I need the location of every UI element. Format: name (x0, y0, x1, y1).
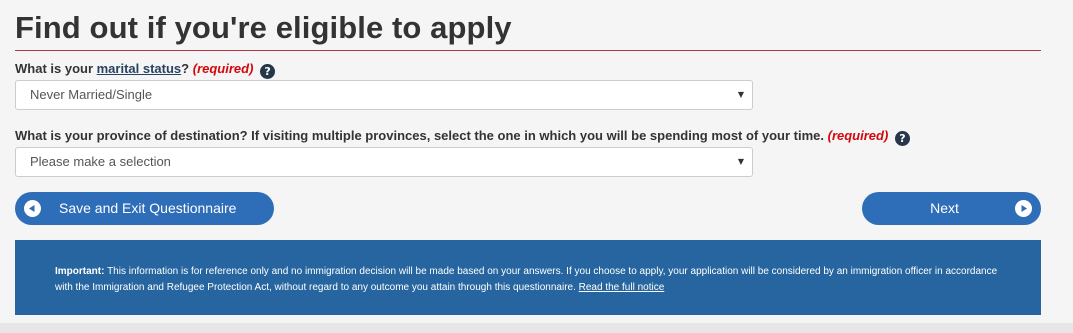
marital-status-prefix: What is your (15, 61, 97, 76)
notice-important-label: Important: (55, 266, 105, 277)
important-notice: Important: This information is for refer… (15, 240, 1041, 315)
province-label: What is your province of destination? If… (15, 128, 910, 146)
province-question-text: What is your province of destination? If… (15, 128, 824, 143)
chevron-down-icon: ▼ (737, 157, 744, 166)
required-indicator: (required) (192, 61, 254, 76)
marital-status-link[interactable]: marital status (97, 61, 182, 76)
province-selected-value: Please make a selection (30, 154, 171, 169)
marital-status-label: What is your marital status? (required) … (15, 61, 276, 79)
notice-body: This information is for reference only a… (55, 266, 998, 293)
title-divider (15, 50, 1041, 51)
required-indicator: (required) (827, 128, 889, 143)
question-circle-icon[interactable]: ? (894, 131, 910, 146)
page-title: Find out if you're eligible to apply (15, 10, 512, 45)
arrow-left-circle-icon (24, 200, 41, 217)
province-select[interactable]: Please make a selection ▼ (15, 147, 753, 177)
question-circle-icon[interactable]: ? (260, 64, 276, 79)
save-and-exit-label: Save and Exit Questionnaire (59, 200, 237, 216)
chevron-down-icon: ▼ (737, 90, 744, 99)
next-label: Next (930, 200, 959, 216)
marital-status-select[interactable]: Never Married/Single ▼ (15, 80, 753, 110)
arrow-right-circle-icon (1015, 200, 1032, 217)
page-footer-strip (0, 323, 1073, 333)
marital-status-selected-value: Never Married/Single (30, 87, 153, 102)
marital-status-suffix: ? (181, 61, 190, 76)
next-button[interactable]: Next (862, 192, 1041, 225)
read-full-notice-link[interactable]: Read the full notice (579, 282, 665, 293)
save-and-exit-button[interactable]: Save and Exit Questionnaire (15, 192, 274, 225)
